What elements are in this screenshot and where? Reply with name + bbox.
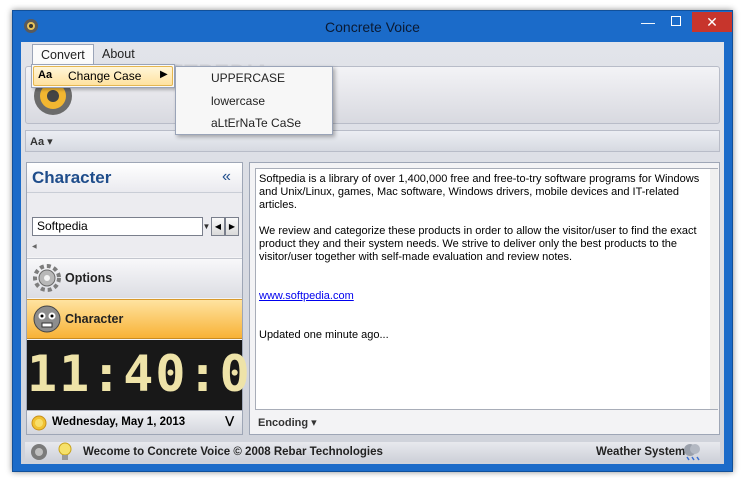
nav-options-label: Options xyxy=(65,271,113,285)
editor-content: Softpedia is a library of over 1,400,000… xyxy=(259,173,709,342)
nav-character[interactable]: Character xyxy=(27,299,242,339)
status-bar: Wecome to Concrete Voice © 2008 Rebar Te… xyxy=(25,442,720,462)
nav-character-label: Character xyxy=(65,312,124,326)
next-character-button[interactable]: ▶ xyxy=(225,217,239,236)
editor-scrollbar[interactable] xyxy=(710,169,718,409)
maximize-icon xyxy=(671,16,681,26)
case-icon: Aa xyxy=(38,69,53,81)
encoding-label: Encoding xyxy=(258,417,309,429)
speaker-status-icon[interactable] xyxy=(29,442,49,462)
prev-character-button[interactable]: ◀ xyxy=(211,217,225,236)
clock-time: 11:40:07 xyxy=(27,345,284,403)
submenu-arrow-icon: ▶ xyxy=(160,69,168,80)
close-button[interactable]: ✕ xyxy=(692,12,732,32)
editor-link[interactable]: www.softpedia.com xyxy=(259,290,354,302)
date-bar: Wednesday, May 1, 2013 ⋁ xyxy=(27,410,242,434)
title-bar[interactable]: Concrete Voice — ✕ xyxy=(13,11,732,41)
dropdown-arrow-icon[interactable]: ▼ xyxy=(202,217,211,236)
character-select[interactable]: Softpedia xyxy=(32,217,203,236)
text-editor[interactable]: Softpedia is a library of over 1,400,000… xyxy=(255,168,718,410)
gear-icon xyxy=(33,264,61,292)
panel-header: Character « xyxy=(27,163,242,193)
digital-clock: 11:40:07 xyxy=(27,340,284,410)
editor-panel: Softpedia is a library of over 1,400,000… xyxy=(249,162,720,435)
sun-icon xyxy=(31,415,47,431)
editor-paragraph-1: Softpedia is a library of over 1,400,000… xyxy=(259,173,700,211)
minimize-button[interactable]: — xyxy=(635,13,661,31)
nav-options[interactable]: Options xyxy=(27,258,242,298)
client-area: Convert About Aa ▾ Character « Softpedia… xyxy=(21,42,724,464)
current-date: Wednesday, May 1, 2013 xyxy=(52,416,186,428)
window-title: Concrete Voice xyxy=(325,19,420,35)
weather-cloud-icon[interactable] xyxy=(681,440,703,462)
chevron-down-icon[interactable]: ⋁ xyxy=(225,414,234,427)
menu-convert[interactable]: Convert xyxy=(32,44,94,66)
case-flyout-menu: UPPERCASE lowercase aLtErNaTe CaSe xyxy=(175,66,333,135)
encoding-dropdown[interactable]: Encoding ▾ xyxy=(258,416,317,429)
menu-bar: Convert About xyxy=(21,44,724,66)
encoding-bar: Encoding ▾ xyxy=(255,413,718,433)
editor-footer-line: Updated one minute ago... xyxy=(259,329,389,341)
editor-paragraph-2: We review and categorize these products … xyxy=(259,225,697,263)
font-case-dropdown[interactable]: Aa ▾ xyxy=(30,135,53,148)
character-face-icon xyxy=(33,305,61,333)
lightbulb-icon[interactable] xyxy=(57,442,73,462)
case-option-alternate[interactable]: aLtErNaTe CaSe xyxy=(211,116,301,136)
character-panel: Character « Softpedia ▼ ◀ ▶ ◀ Options Ch… xyxy=(26,162,284,435)
weather-label: Weather System xyxy=(596,446,686,458)
character-body: Softpedia ▼ ◀ ▶ ◀ xyxy=(27,193,242,257)
case-option-lowercase[interactable]: lowercase xyxy=(211,94,265,114)
character-scrollbar[interactable]: ◀ xyxy=(32,243,239,251)
font-case-label: Aa xyxy=(30,136,45,148)
panel-title: Character xyxy=(32,168,112,187)
collapse-icon[interactable]: « xyxy=(222,168,231,186)
case-option-uppercase[interactable]: UPPERCASE xyxy=(211,71,285,91)
convert-submenu: Aa Change Case ▶ xyxy=(31,64,175,88)
change-case-label: Change Case xyxy=(68,69,142,83)
maximize-button[interactable] xyxy=(663,13,689,31)
status-text: Wecome to Concrete Voice © 2008 Rebar Te… xyxy=(83,446,383,458)
font-toolbar: Aa ▾ xyxy=(25,130,720,152)
